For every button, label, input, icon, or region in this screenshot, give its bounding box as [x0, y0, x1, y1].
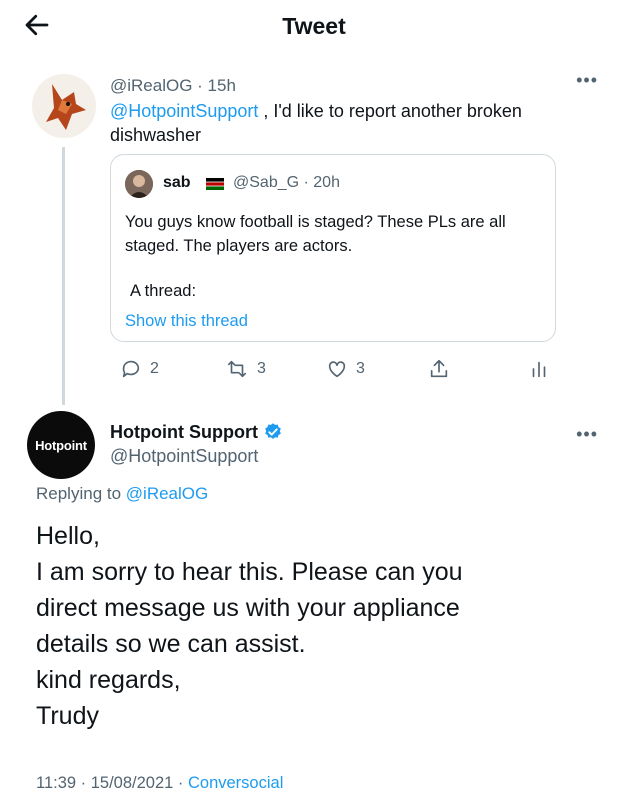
tweet-time: · 15h: [192, 76, 236, 95]
timestamp-text: 11:39 · 15/08/2021 ·: [36, 774, 188, 792]
reply-icon: [122, 360, 140, 378]
body-line: Trudy: [36, 702, 99, 730]
fox-avatar-icon: [32, 74, 96, 138]
user-handle: @HotpointSupport: [110, 446, 259, 466]
share-button[interactable]: [428, 354, 450, 384]
display-name[interactable]: Hotpoint Support: [110, 422, 258, 443]
tweet-timestamp: 11:39 · 15/08/2021 · Conversocial: [36, 774, 283, 793]
replying-prefix: Replying to: [36, 484, 126, 503]
heart-icon: [328, 361, 346, 378]
source-link[interactable]: Conversocial: [188, 774, 283, 792]
retweet-button[interactable]: 3: [225, 354, 266, 384]
user-handle[interactable]: @iRealOG: [110, 76, 192, 95]
quoted-text: You guys know football is staged? These …: [125, 213, 506, 255]
more-options-icon[interactable]: •••: [576, 424, 598, 445]
like-count: 3: [356, 360, 365, 377]
share-icon: [430, 359, 448, 378]
kenya-flag-icon: [206, 178, 224, 190]
replying-mention-link[interactable]: @iRealOG: [126, 484, 208, 503]
page-title: Tweet: [282, 13, 346, 39]
like-button[interactable]: 3: [326, 354, 365, 384]
verified-badge-icon: [265, 423, 281, 439]
body-line: kind regards,: [36, 666, 181, 694]
replying-to: Replying to @iRealOG: [36, 484, 208, 504]
body-line: I am sorry to hear this. Please can you: [36, 558, 463, 586]
tweet-text: @HotpointSupport , I'd like to report an…: [110, 99, 580, 147]
tweet-meta: @iRealOG · 15h: [110, 76, 236, 96]
body-line: details so we can assist.: [36, 630, 306, 658]
analytics-icon: [532, 361, 546, 378]
retweet-count: 3: [257, 360, 266, 377]
thread-line: [62, 147, 65, 405]
quoted-thread-label: A thread:: [130, 282, 197, 300]
quoted-avatar: [125, 170, 153, 198]
quoted-name: sab: [163, 174, 191, 191]
hotpoint-avatar[interactable]: Hotpoint: [27, 411, 95, 479]
show-thread-link[interactable]: Show this thread: [125, 312, 248, 331]
reply-button[interactable]: 2: [120, 354, 159, 384]
mention-link[interactable]: @HotpointSupport: [110, 101, 258, 121]
person-avatar-icon: [125, 170, 153, 198]
user-avatar[interactable]: [32, 74, 96, 138]
tweet-body: Hello, I am sorry to hear this. Please c…: [36, 518, 596, 734]
avatar-logo-text: Hotpoint: [35, 437, 87, 453]
retweet-icon: [227, 360, 247, 378]
more-options-icon[interactable]: •••: [576, 70, 598, 91]
body-line: Hello,: [36, 522, 100, 550]
body-line: direct message us with your appliance: [36, 594, 460, 622]
reply-count: 2: [150, 360, 159, 377]
analytics-button[interactable]: [528, 354, 550, 384]
quoted-handle: @Sab_G · 20h: [233, 174, 340, 191]
quoted-tweet[interactable]: sab @Sab_G · 20h You guys know football …: [110, 154, 556, 342]
